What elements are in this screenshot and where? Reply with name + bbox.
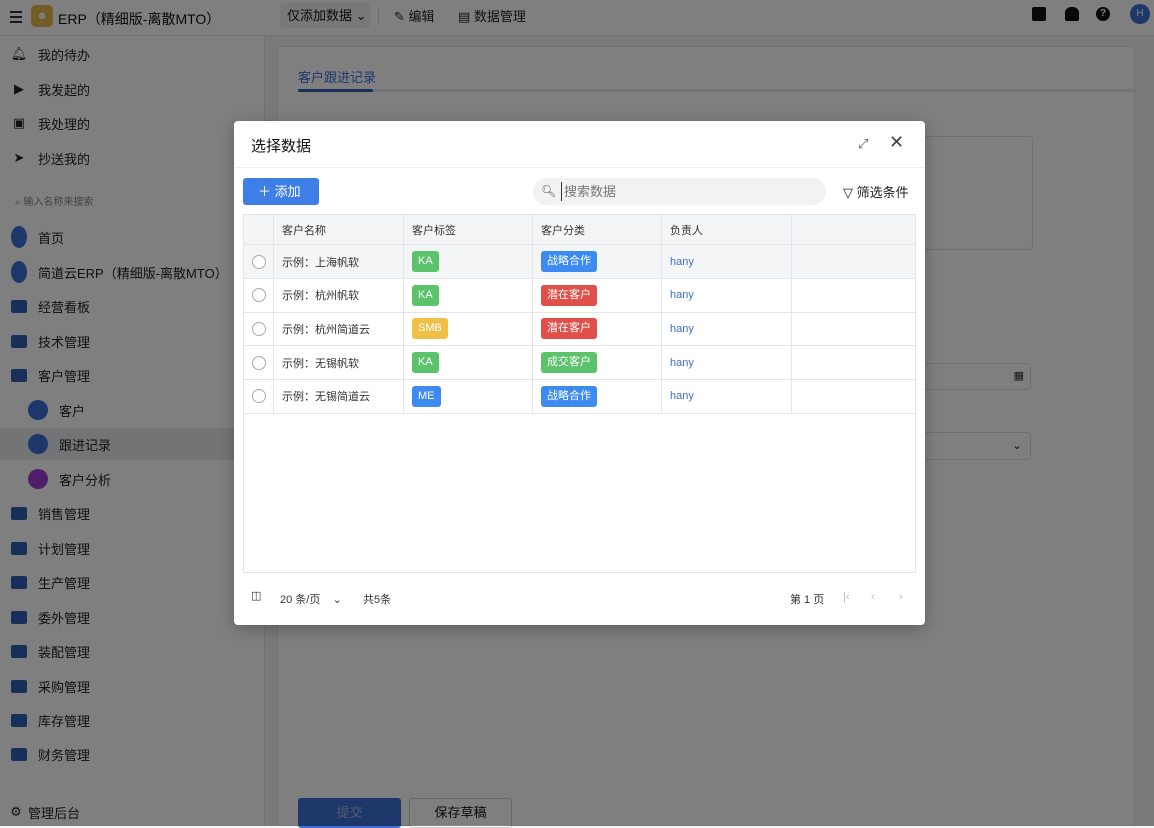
table-row[interactable]: 示例：无锡帆软 KA 成交客户 hany — [244, 346, 915, 381]
header-select — [244, 215, 274, 244]
radio-button[interactable] — [251, 254, 266, 269]
customer-name: 示例：无锡简道云 — [274, 379, 404, 413]
table-row[interactable]: 示例：无锡简道云 ME 战略合作 hany — [244, 379, 915, 414]
customer-category-badge: 成交客户 — [541, 352, 597, 374]
empty-cell — [792, 380, 915, 413]
customer-name: 示例：无锡帆软 — [274, 346, 404, 380]
filter-button[interactable]: ▽ 筛选条件 — [843, 182, 909, 201]
customer-tag-cell: ME — [404, 379, 533, 413]
customer-name: 示例：杭州帆软 — [274, 278, 404, 312]
customer-tag-cell: KA — [404, 278, 533, 312]
owner-link[interactable]: hany — [670, 256, 694, 268]
chevron-down-icon: ⌄ — [332, 594, 342, 606]
customer-category-cell: 战略合作 — [533, 379, 662, 413]
filter-icon: ▽ — [843, 185, 853, 200]
customer-tag-badge: SMB — [412, 318, 448, 340]
customer-category-badge: 战略合作 — [541, 385, 597, 407]
filter-label: 筛选条件 — [856, 185, 909, 200]
column-header: 负责人 — [662, 215, 792, 244]
radio-button[interactable] — [251, 288, 266, 303]
empty-cell — [792, 346, 915, 379]
customer-tag-cell: KA — [404, 245, 533, 278]
row-select[interactable] — [244, 245, 274, 278]
customer-category-cell: 潜在客户 — [533, 312, 662, 346]
owner-link[interactable]: hany — [670, 390, 694, 402]
table-row[interactable]: 示例：杭州帆软 KA 潜在客户 hany — [244, 278, 915, 313]
row-select[interactable] — [244, 379, 274, 413]
search-box[interactable]: 🔍︎ — [533, 178, 826, 205]
column-settings-icon[interactable]: ◫ — [251, 589, 261, 602]
customer-tag-badge: KA — [412, 352, 439, 374]
column-header: 客户名称 — [274, 215, 404, 244]
owner-cell: hany — [662, 379, 792, 413]
radio-button[interactable] — [251, 355, 266, 370]
customer-tag-cell: KA — [404, 346, 533, 380]
customer-tag-badge: KA — [412, 251, 439, 272]
select-data-dialog: 选择数据 ⤢ ✕ ＋ 添加 🔍︎ ▽ 筛选条件 客户名称 客户标签 客户分类 负… — [234, 121, 925, 625]
table-row[interactable]: 示例：杭州简道云 SMB 潜在客户 hany — [244, 312, 915, 347]
customer-category-badge: 潜在客户 — [541, 284, 597, 306]
customer-category-cell: 成交客户 — [533, 346, 662, 380]
dialog-title: 选择数据 — [251, 138, 312, 155]
owner-cell: hany — [662, 245, 792, 278]
customer-category-cell: 战略合作 — [533, 245, 662, 278]
row-select[interactable] — [244, 312, 274, 346]
column-header: 客户标签 — [404, 215, 533, 244]
owner-link[interactable]: hany — [670, 323, 694, 335]
empty-cell — [792, 245, 915, 278]
plus-icon: ＋ — [258, 184, 272, 199]
row-select[interactable] — [244, 346, 274, 380]
customer-category-cell: 潜在客户 — [533, 278, 662, 312]
table-header: 客户名称 客户标签 客户分类 负责人 — [244, 215, 915, 245]
search-icon: 🔍︎ — [541, 184, 557, 198]
search-input[interactable] — [561, 182, 811, 201]
current-page: 第 1 页 — [790, 594, 825, 606]
first-page-icon[interactable]: |‹ — [843, 591, 850, 603]
empty-cell — [792, 312, 915, 345]
owner-cell: hany — [662, 278, 792, 312]
column-header: 客户分类 — [533, 215, 662, 244]
add-button[interactable]: ＋ 添加 — [243, 178, 319, 205]
owner-cell: hany — [662, 346, 792, 380]
row-select[interactable] — [244, 278, 274, 312]
total-count: 共5条 — [363, 594, 392, 606]
page-size-select[interactable]: 20 条/页 ⌄ — [280, 591, 342, 607]
owner-link[interactable]: hany — [670, 357, 694, 369]
data-table: 客户名称 客户标签 客户分类 负责人 示例：上海帆软 KA 战略合作 hany … — [243, 214, 916, 573]
table-row[interactable]: 示例：上海帆软 KA 战略合作 hany — [244, 245, 915, 279]
owner-cell: hany — [662, 312, 792, 346]
add-label: 添加 — [274, 184, 301, 199]
close-icon[interactable]: ✕ — [889, 132, 904, 153]
page-size-label: 20 条/页 — [280, 594, 321, 606]
customer-name: 示例：上海帆软 — [274, 245, 404, 278]
customer-tag-badge: KA — [412, 284, 439, 306]
customer-tag-cell: SMB — [404, 312, 533, 346]
customer-name: 示例：杭州简道云 — [274, 312, 404, 346]
radio-button[interactable] — [251, 321, 266, 336]
owner-link[interactable]: hany — [670, 289, 694, 301]
radio-button[interactable] — [251, 389, 266, 404]
prev-page-icon[interactable]: ‹ — [871, 591, 875, 603]
dialog-header: 选择数据 ⤢ ✕ — [234, 121, 925, 168]
empty-cell — [792, 279, 915, 312]
expand-icon[interactable]: ⤢ — [858, 136, 868, 152]
next-page-icon[interactable]: › — [899, 591, 903, 603]
customer-tag-badge: ME — [412, 385, 441, 407]
customer-category-badge: 潜在客户 — [541, 318, 597, 340]
column-header-empty — [792, 215, 915, 244]
customer-category-badge: 战略合作 — [541, 251, 597, 272]
